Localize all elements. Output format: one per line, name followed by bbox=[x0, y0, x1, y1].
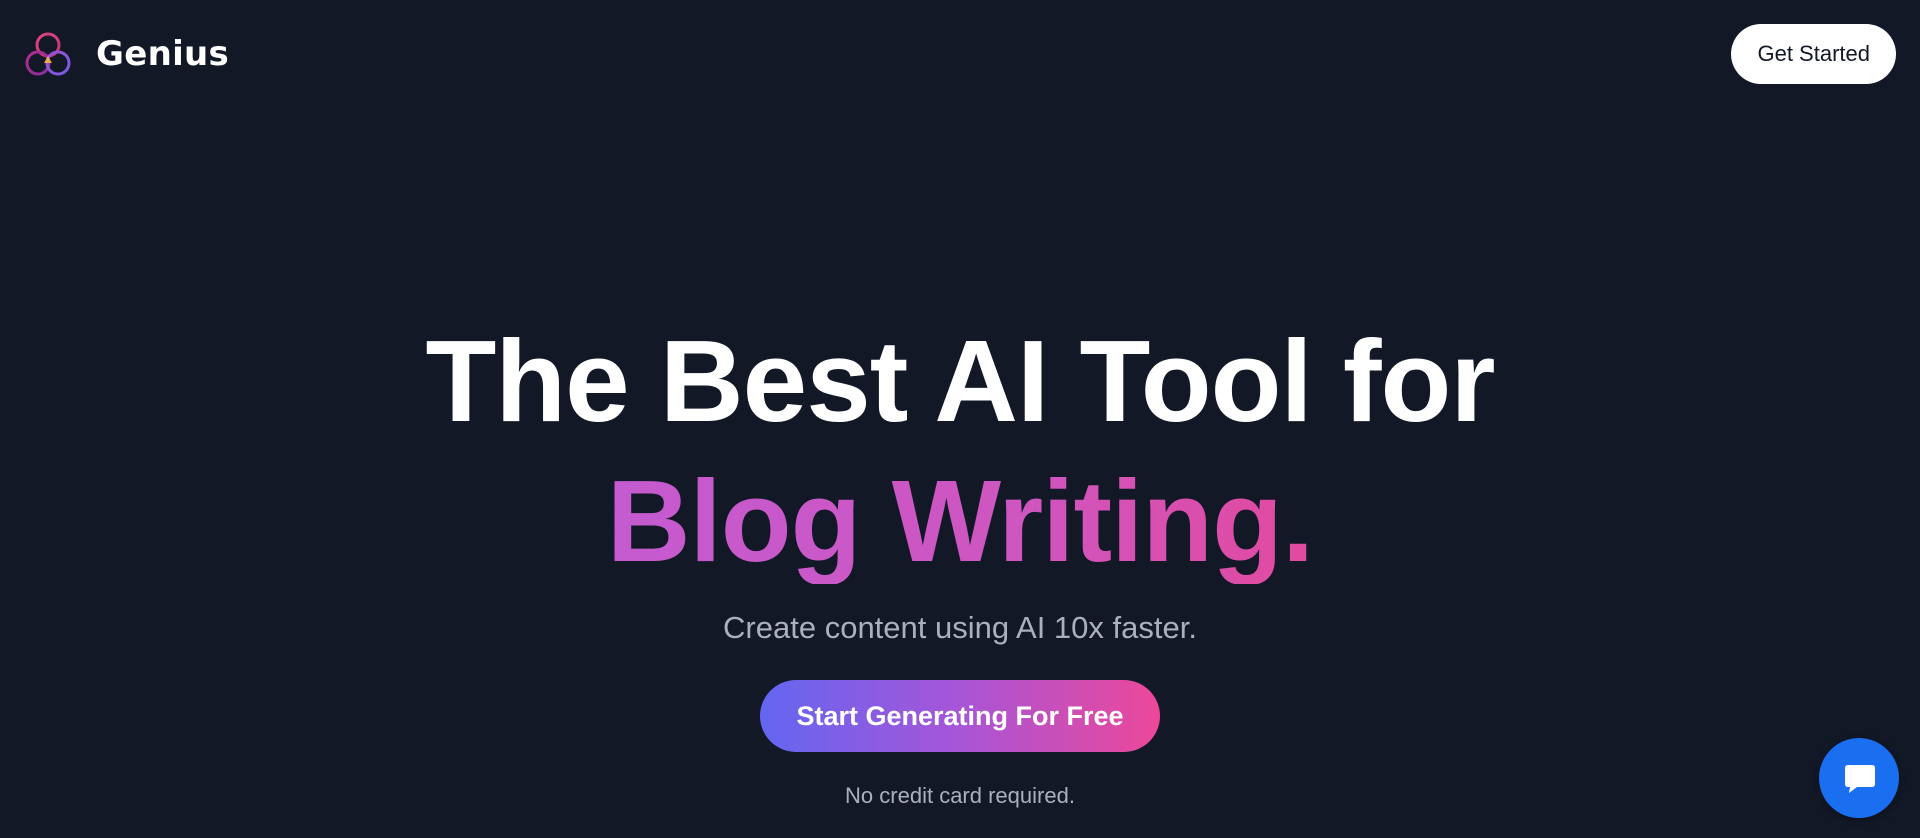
chat-bubble-icon bbox=[1845, 765, 1875, 793]
no-credit-card-note: No credit card required. bbox=[845, 783, 1075, 808]
brand-link[interactable]: Genius bbox=[24, 30, 229, 78]
three-rings-logo-icon bbox=[25, 32, 71, 76]
top-navbar: Genius Get Started bbox=[0, 0, 1920, 108]
hero-section: The Best AI Tool for Blog Writing. Creat… bbox=[0, 318, 1920, 810]
brand-name: Genius bbox=[96, 34, 230, 74]
chat-launcher-button[interactable] bbox=[1819, 738, 1899, 818]
hero-subtitle: Create content using AI 10x faster. bbox=[723, 610, 1197, 645]
landing-page: Genius Get Started The Best AI Tool for … bbox=[0, 0, 1920, 838]
hero-headline: The Best AI Tool for bbox=[425, 316, 1495, 446]
get-started-button[interactable]: Get Started bbox=[1731, 24, 1896, 84]
start-generating-button[interactable]: Start Generating For Free bbox=[760, 680, 1160, 752]
hero-headline-highlight: Blog Writing. bbox=[606, 456, 1315, 586]
